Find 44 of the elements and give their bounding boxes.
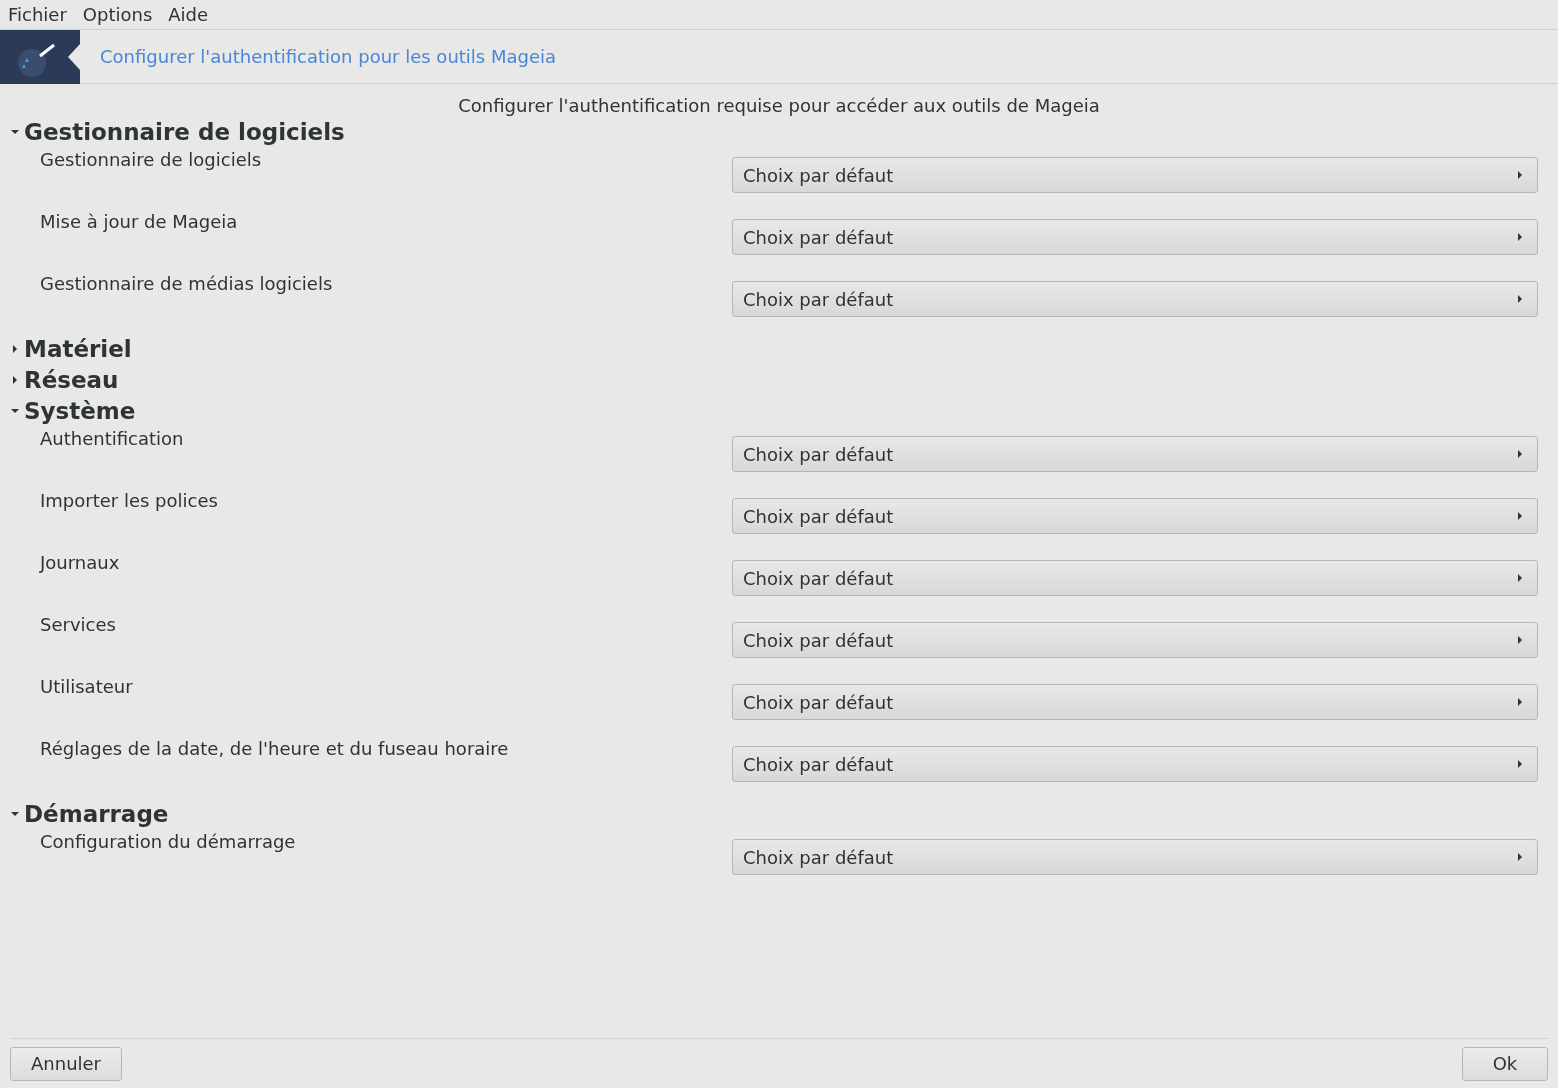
section-header[interactable]: Réseau — [10, 364, 1538, 395]
caret-icon — [1517, 635, 1523, 645]
option-label: Importer les polices — [40, 490, 218, 511]
option-label: Utilisateur — [40, 676, 133, 697]
option-label: Gestionnaire de logiciels — [40, 149, 262, 170]
section-header[interactable]: Gestionnaire de logiciels — [10, 116, 1538, 147]
menu-item[interactable]: Aide — [168, 4, 209, 25]
caret-icon — [1517, 573, 1523, 583]
option-label: Journaux — [40, 552, 120, 573]
ok-button[interactable]: Ok — [1462, 1046, 1548, 1081]
choice-dropdown[interactable]: Choix par défaut — [732, 219, 1538, 255]
collapsed-arrow-icon[interactable] — [10, 374, 20, 385]
collapsed-arrow-icon[interactable] — [10, 343, 20, 354]
choice-dropdown[interactable]: Choix par défaut — [732, 839, 1538, 875]
option-label: Mise à jour de Mageia — [40, 211, 238, 232]
caret-icon — [1517, 852, 1523, 862]
choice-dropdown[interactable]: Choix par défaut — [732, 157, 1538, 193]
menu-item[interactable]: Options — [82, 4, 153, 25]
option-label: Réglages de la date, de l'heure et du fuseau horaire — [40, 738, 509, 759]
caret-icon — [1517, 511, 1523, 521]
cancel-button[interactable]: Annuler — [10, 1046, 122, 1081]
choice-dropdown[interactable]: Choix par défaut — [732, 684, 1538, 720]
choice-dropdown[interactable]: Choix par défaut — [732, 560, 1538, 596]
caret-icon — [1517, 697, 1523, 707]
menu-item[interactable]: Fichier — [8, 4, 67, 25]
section-header[interactable]: Système — [10, 395, 1538, 426]
option-label: Gestionnaire de médias logiciels — [40, 273, 333, 294]
choice-dropdown[interactable]: Choix par défaut — [732, 746, 1538, 782]
header-title: Configurer l'authentification pour les outils Mageia — [100, 46, 557, 67]
choice-dropdown[interactable]: Choix par défaut — [732, 498, 1538, 534]
option-label: Configuration du démarrage — [40, 831, 296, 852]
caret-icon — [1517, 170, 1523, 180]
choice-dropdown[interactable]: Choix par défaut — [732, 281, 1538, 317]
subtitle: Configurer l'authentification requise pour accéder aux outils de Mageia — [457, 95, 1101, 116]
choice-dropdown[interactable]: Choix par défaut — [732, 436, 1538, 472]
section-header[interactable]: Démarrage — [10, 798, 1538, 829]
option-label: Services — [40, 614, 116, 635]
section-header[interactable]: Matériel — [10, 333, 1538, 364]
caret-icon — [1517, 449, 1523, 459]
choice-dropdown[interactable]: Choix par défaut — [732, 622, 1538, 658]
caret-icon — [1517, 759, 1523, 769]
caret-icon — [1517, 294, 1523, 304]
caret-icon — [1517, 232, 1523, 242]
option-label: Authentification — [40, 428, 184, 449]
